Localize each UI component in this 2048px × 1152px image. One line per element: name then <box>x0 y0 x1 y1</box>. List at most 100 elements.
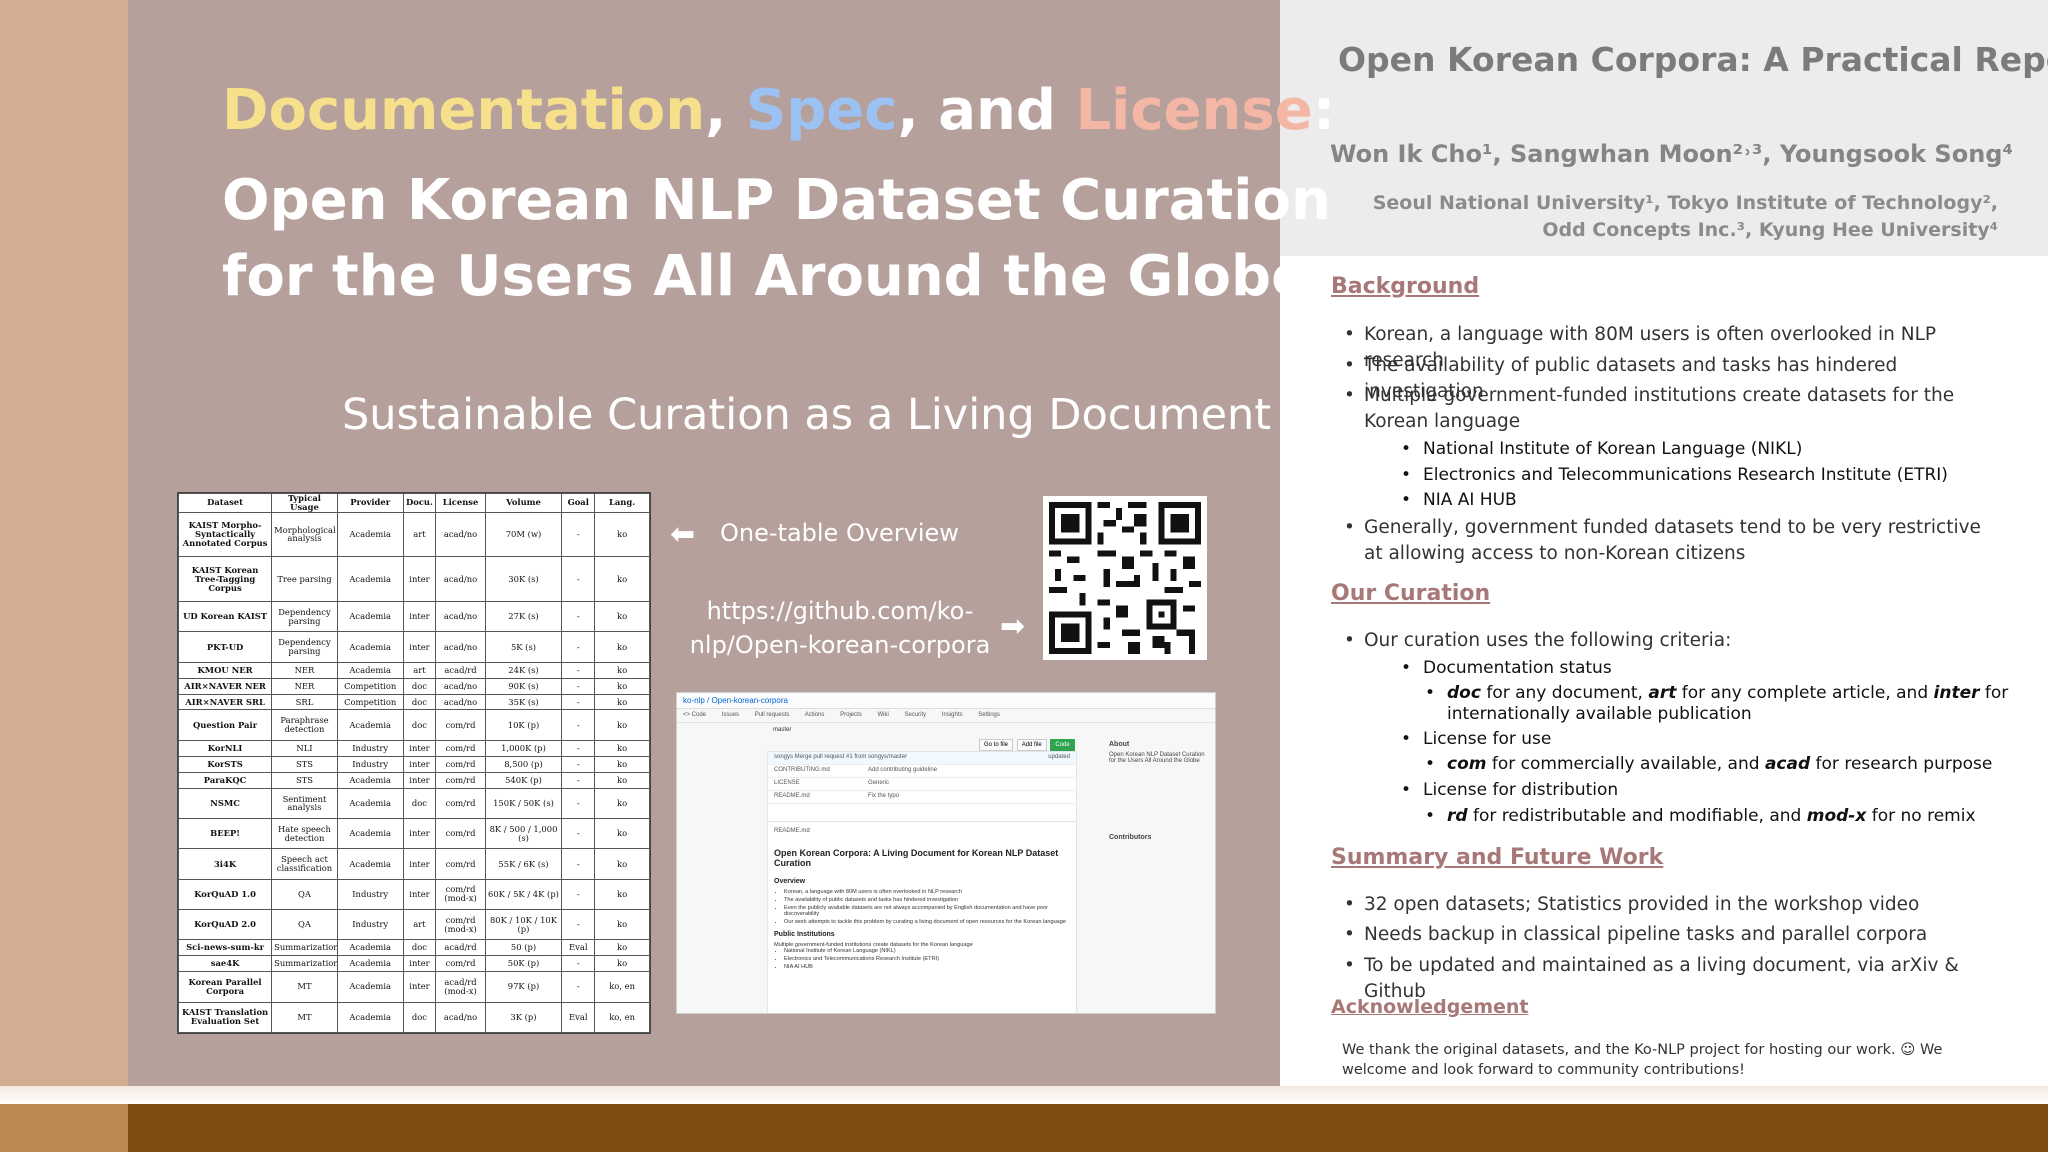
table-cell: acad/no <box>435 600 486 633</box>
add-file-button[interactable]: Add file <box>1016 739 1047 751</box>
table-cell: art <box>402 661 437 679</box>
table-cell: - <box>561 848 596 880</box>
table-cell: doc <box>402 677 437 695</box>
detail-text: for no remix <box>1866 806 1976 826</box>
file-row[interactable]: LICENSE Generic <box>768 778 1076 791</box>
about-title: About <box>1109 741 1130 748</box>
summary-heading: Summary and Future Work <box>1331 845 1664 870</box>
curation-sub-bullet: License for distribution <box>1401 778 1618 802</box>
background-sub-bullet: NIA AI HUB <box>1401 488 1517 512</box>
table-cell: doc <box>402 787 437 820</box>
table-header-row: Dataset Typical Usage Provider Docu. License… <box>177 493 650 513</box>
table-cell: acad/rd <box>435 939 486 957</box>
table-cell: Industry <box>336 908 404 941</box>
arrow-left-icon: ⬅ <box>670 517 696 552</box>
table-header-cell: Typical Usage <box>271 493 338 513</box>
table-cell: com/rd <box>435 755 486 773</box>
table-cell: Competition <box>336 693 404 711</box>
table-cell: acad/no <box>435 693 486 711</box>
go-to-file-button[interactable]: Go to file <box>979 739 1014 751</box>
file-row[interactable]: README.md Fix the typo <box>768 791 1076 804</box>
repo-tab[interactable]: Issues <box>722 712 739 718</box>
repo-tab[interactable]: Security <box>904 712 926 718</box>
table-cell: acad/no <box>435 1001 486 1033</box>
github-repo-screenshot: ko-nlp / Open-korean-corpora <> Code Iss… <box>676 692 1216 1014</box>
table-cell: NLI <box>271 739 338 757</box>
table-cell: com/rd <box>435 771 486 789</box>
curation-detail: doc for any document, art for any comple… <box>1425 683 2015 725</box>
table-row: 3i4K Speech act classification Academia int… <box>177 848 650 880</box>
readme-item: NIA AI HUB <box>784 964 1070 970</box>
github-url[interactable]: https://github.com/ko-nlp/Open-korean-co… <box>680 594 1000 662</box>
table-cell: NSMC <box>177 787 273 820</box>
repo-tab[interactable]: Actions <box>805 712 825 718</box>
background-bullet: Generally, government funded datasets te… <box>1344 515 2004 567</box>
table-cell: - <box>561 709 596 741</box>
table-cell: 150K / 50K (s) <box>484 787 563 820</box>
table-cell: 50 (p) <box>484 939 563 957</box>
term-art: art <box>1648 683 1677 703</box>
table-cell: 3K (p) <box>484 1001 563 1033</box>
table-cell: Academia <box>336 971 404 1003</box>
repo-tab[interactable]: Insights <box>942 712 963 718</box>
table-cell: inter <box>402 600 437 633</box>
table-header-cell: Dataset <box>177 493 273 513</box>
table-cell: - <box>561 511 596 558</box>
table-cell: STS <box>271 755 338 773</box>
qr-code[interactable] <box>1043 496 1207 660</box>
table-cell: ko <box>594 739 650 757</box>
table-cell: acad/no <box>435 677 486 695</box>
file-row[interactable]: CONTRIBUTING.md Add contributing guidelin… <box>768 765 1076 778</box>
table-cell: com/rd <box>435 709 486 741</box>
table-cell: inter <box>402 817 437 850</box>
repo-tab[interactable]: Projects <box>840 712 862 718</box>
table-cell: com/rd <box>435 787 486 820</box>
code-button[interactable]: Code <box>1050 739 1075 751</box>
table-cell: - <box>561 878 596 910</box>
table-cell: doc <box>402 939 437 957</box>
table-cell: MT <box>271 971 338 1003</box>
table-cell: QA <box>271 878 338 910</box>
table-cell: com/rd (mod-x) <box>435 908 486 941</box>
table-row: KMOU NER NER Academia art acad/rd 24K (s) - ko <box>177 661 650 679</box>
readme-file-label: README.md <box>774 828 810 834</box>
repo-tab[interactable]: Settings <box>978 712 1000 718</box>
table-cell: com/rd (mod-x) <box>435 878 486 910</box>
table-cell: sae4K <box>177 955 273 973</box>
table-cell: Academia <box>336 817 404 850</box>
table-cell: acad/no <box>435 631 486 663</box>
term-acad: acad <box>1764 754 1811 774</box>
title-and: , and <box>897 78 1076 143</box>
repo-tab[interactable]: <> Code <box>683 712 706 718</box>
table-cell: 3i4K <box>177 848 273 880</box>
acknowledgement-text: We thank the original datasets, and the … <box>1332 1032 1992 1084</box>
summary-bullet: Needs backup in classical pipeline tasks… <box>1344 922 2004 948</box>
left-accent-strip <box>0 0 128 1090</box>
table-cell: Eval <box>561 939 596 957</box>
term-doc: doc <box>1447 683 1481 703</box>
commit-row: songys Merge pull request #1 from songys… <box>768 752 1076 765</box>
table-row: UD Korean KAIST Dependency parsing Academi… <box>177 600 650 633</box>
table-cell: Question Pair <box>177 709 273 741</box>
table-cell: inter <box>402 556 437 602</box>
repo-tab[interactable]: Pull requests <box>755 712 790 718</box>
table-row: KAIST Korean Tree-Tagging Corpus Tree par… <box>177 556 650 602</box>
table-row: KorQuAD 1.0 QA Industry inter com/rd (mod-x)… <box>177 878 650 910</box>
curation-heading: Our Curation <box>1331 581 1491 606</box>
table-cell: art <box>402 511 437 558</box>
table-cell: AIR×NAVER SRL <box>177 693 273 711</box>
table-cell: acad/rd <box>435 661 486 679</box>
detail-text: for commercially available, and <box>1486 754 1765 774</box>
repo-tab[interactable]: Wiki <box>877 712 888 718</box>
branch-select[interactable]: master <box>773 727 791 733</box>
file-name[interactable]: LICENSE <box>774 780 800 786</box>
detail-text: for any complete article, and <box>1676 683 1934 703</box>
file-name[interactable]: CONTRIBUTING.md <box>774 767 830 773</box>
table-cell: Academia <box>336 848 404 880</box>
table-cell: inter <box>402 878 437 910</box>
table-cell: UD Korean KAIST <box>177 600 273 633</box>
dataset-table: Dataset Typical Usage Provider Docu. License… <box>177 492 651 1034</box>
table-cell: Industry <box>336 878 404 910</box>
commit-time: updated <box>1048 754 1070 760</box>
file-name[interactable]: README.md <box>774 793 810 799</box>
